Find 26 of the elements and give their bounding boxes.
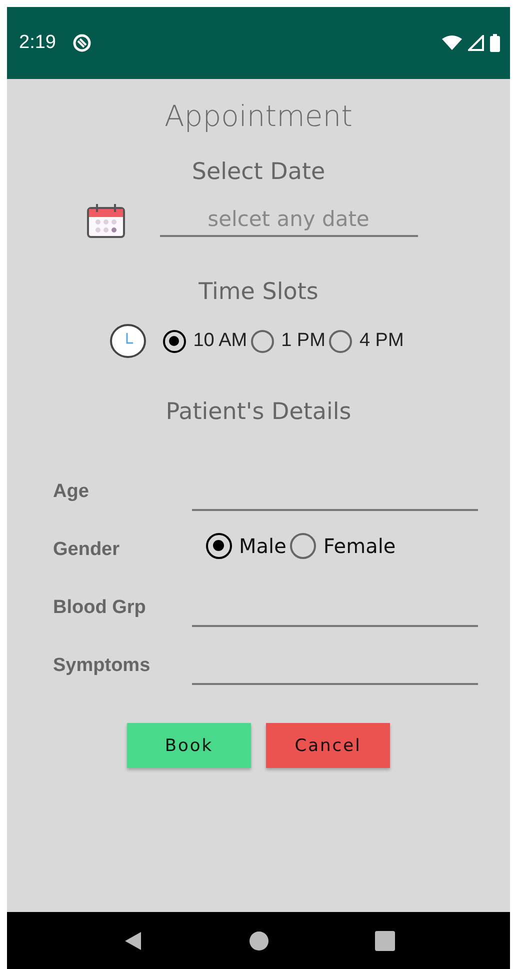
radio-button[interactable]: 10 AM (163, 330, 248, 352)
section-heading: Select Date (192, 159, 326, 185)
field-label: Blood Grp (53, 597, 147, 620)
radio-button[interactable]: Female (290, 533, 396, 559)
clock-icon (109, 323, 148, 359)
wifi-icon (442, 35, 462, 51)
radio-button[interactable]: Male (206, 533, 286, 559)
date-field[interactable]: selcet any date (160, 205, 418, 237)
back-icon[interactable] (122, 930, 142, 950)
section-heading: Time Slots (198, 279, 318, 305)
clock-time: 2:19 (19, 32, 56, 54)
home-icon[interactable] (248, 930, 268, 950)
signal-icon (468, 35, 484, 51)
radio-button[interactable]: 4 PM (329, 330, 404, 352)
field-label: Age (53, 481, 90, 504)
battery-icon (490, 34, 500, 52)
cancel-button[interactable]: Cancel (266, 723, 390, 768)
section-heading: Patient's Details (166, 399, 352, 425)
radio-button[interactable]: 1 PM (251, 330, 326, 352)
field-label: Symptoms (53, 655, 152, 678)
sync-icon (72, 33, 92, 53)
calendar-icon (86, 203, 126, 239)
book-button[interactable]: Book (127, 723, 251, 768)
page-title: Appointment (164, 99, 353, 133)
overview-icon[interactable] (374, 930, 394, 950)
field-label: Gender (53, 539, 121, 562)
